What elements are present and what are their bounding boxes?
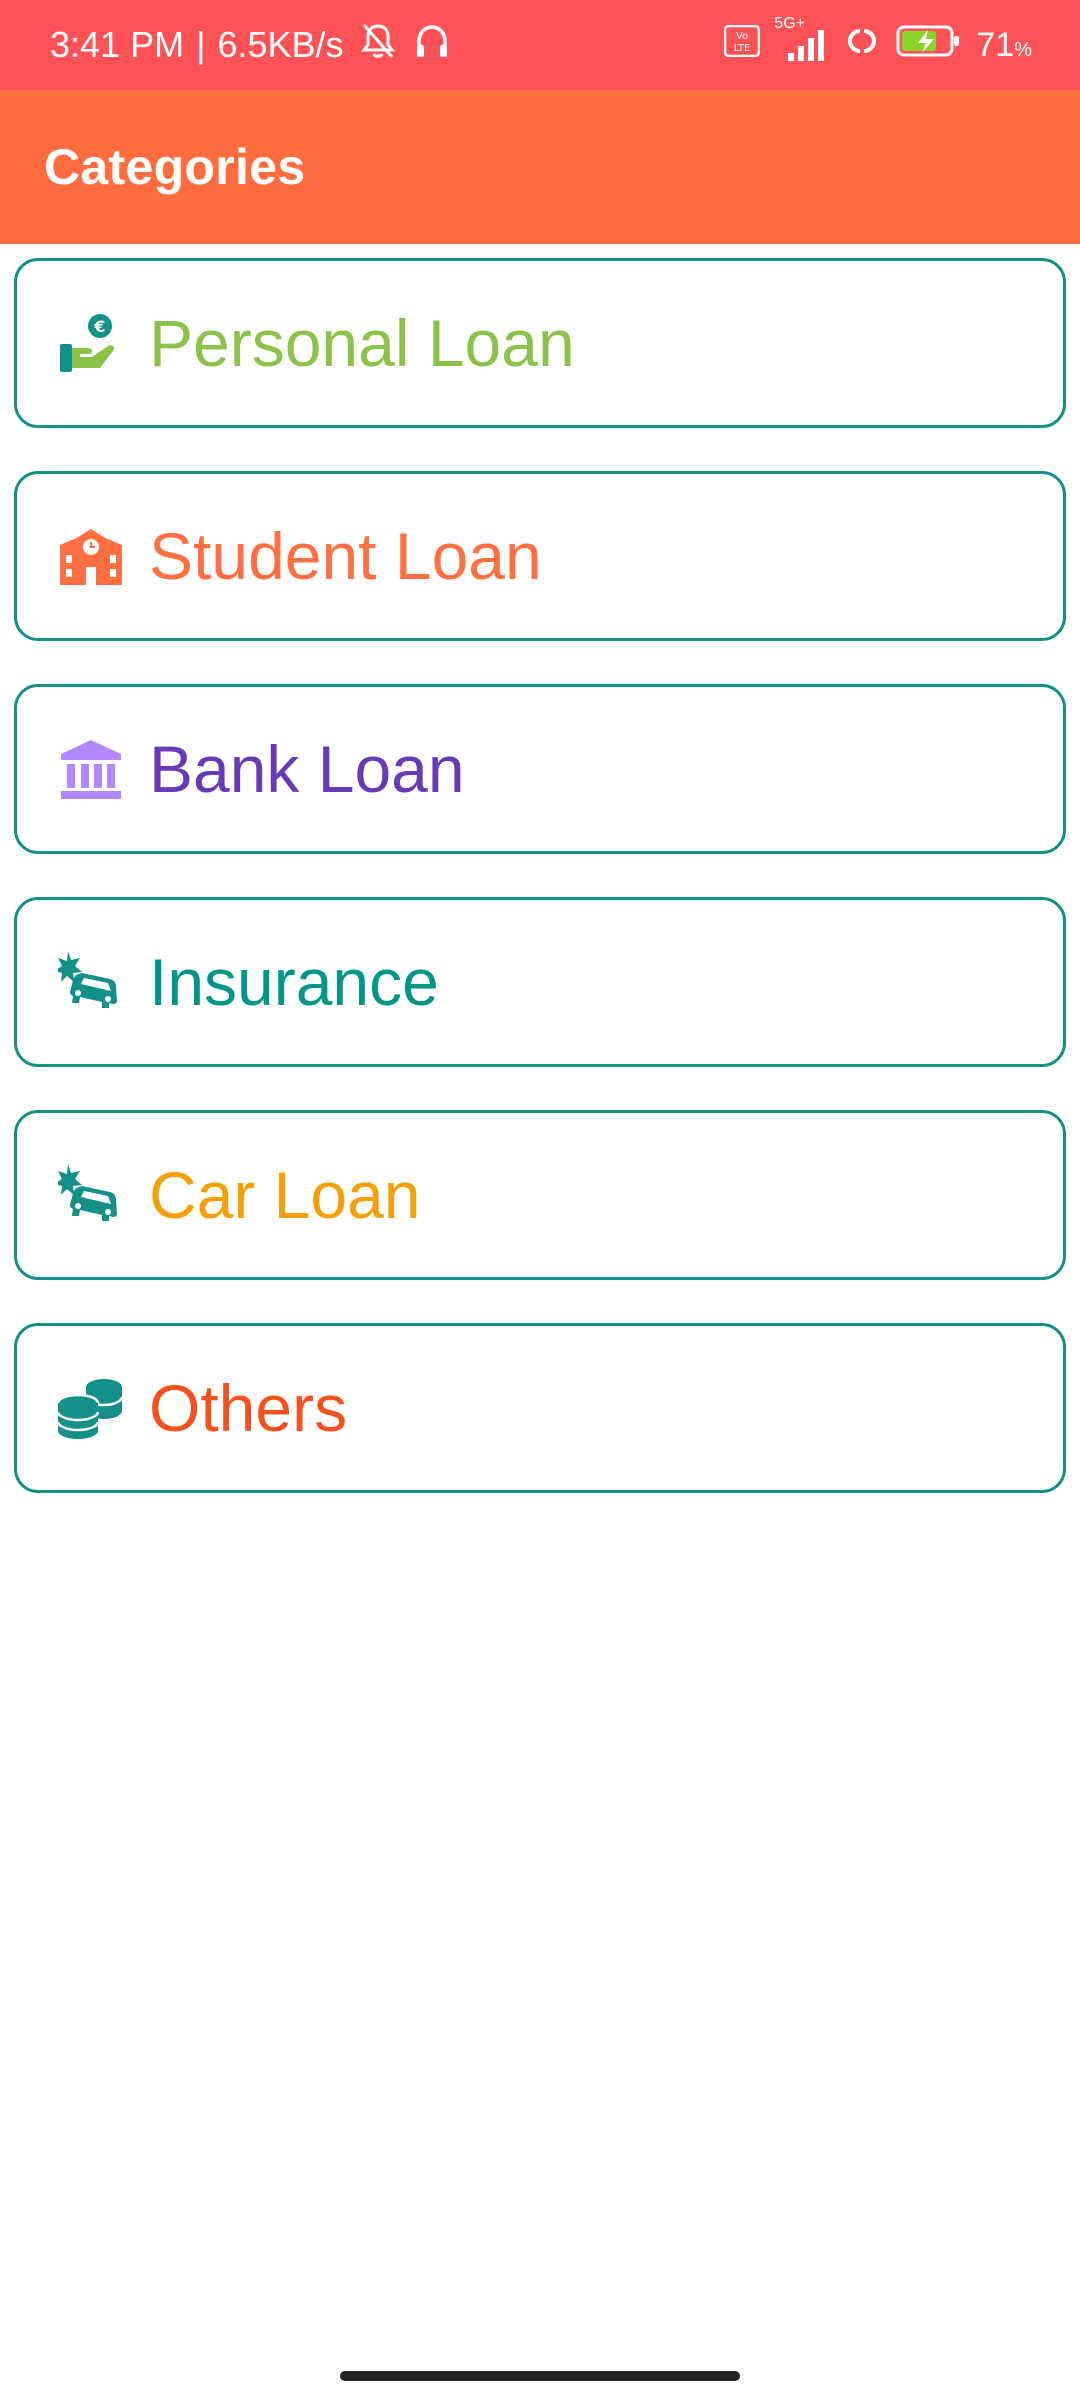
car-crash-icon	[55, 946, 127, 1018]
headphones-icon	[412, 21, 452, 70]
battery-percent: 71	[976, 25, 1015, 64]
bank-icon	[55, 733, 127, 805]
status-separator: |	[196, 24, 206, 65]
category-bank-loan[interactable]: Bank Loan	[14, 684, 1066, 854]
page-title: Categories	[44, 139, 306, 195]
category-others[interactable]: Others	[14, 1323, 1066, 1493]
network-type: 5G+	[774, 15, 806, 32]
svg-text:€: €	[93, 317, 105, 336]
status-right: Vo LTE 5G+ 71%	[724, 15, 1032, 68]
status-bar: 3:41 PM | 6.5KB/s Vo LTE 5G+ 71%	[0, 0, 1080, 90]
battery-percent-wrap: 71%	[976, 26, 1032, 65]
svg-text:LTE: LTE	[734, 43, 751, 54]
silent-bell-icon	[356, 21, 400, 70]
signal-icon: 5G+	[774, 15, 828, 63]
category-car-loan[interactable]: Car Loan	[14, 1110, 1066, 1280]
app-bar: Categories	[0, 90, 1080, 244]
school-icon	[55, 520, 127, 592]
category-personal-loan[interactable]: € Personal Loan	[14, 258, 1066, 428]
volte-icon: Vo LTE	[724, 24, 761, 66]
network-speed: 6.5KB/s	[217, 24, 344, 65]
category-insurance[interactable]: Insurance	[14, 897, 1066, 1067]
hand-coin-icon: €	[55, 307, 127, 379]
category-student-loan[interactable]: Student Loan	[14, 471, 1066, 641]
category-label: Insurance	[149, 945, 439, 1019]
svg-text:Vo: Vo	[736, 31, 748, 42]
battery-unit: %	[1014, 38, 1032, 61]
home-indicator[interactable]	[340, 2371, 740, 2381]
coins-icon	[55, 1372, 127, 1444]
category-label: Personal Loan	[149, 306, 575, 380]
status-time: 3:41 PM	[50, 24, 185, 65]
category-label: Student Loan	[149, 519, 542, 593]
car-crash-icon	[55, 1159, 127, 1231]
category-label: Car Loan	[149, 1158, 421, 1232]
category-label: Others	[149, 1371, 348, 1445]
status-left: 3:41 PM | 6.5KB/s	[50, 21, 452, 70]
category-list: € Personal Loan Student Loan Bank Loan I…	[14, 258, 1066, 1493]
category-label: Bank Loan	[149, 732, 465, 806]
battery-charging-icon	[896, 24, 962, 67]
link-icon	[842, 23, 882, 68]
